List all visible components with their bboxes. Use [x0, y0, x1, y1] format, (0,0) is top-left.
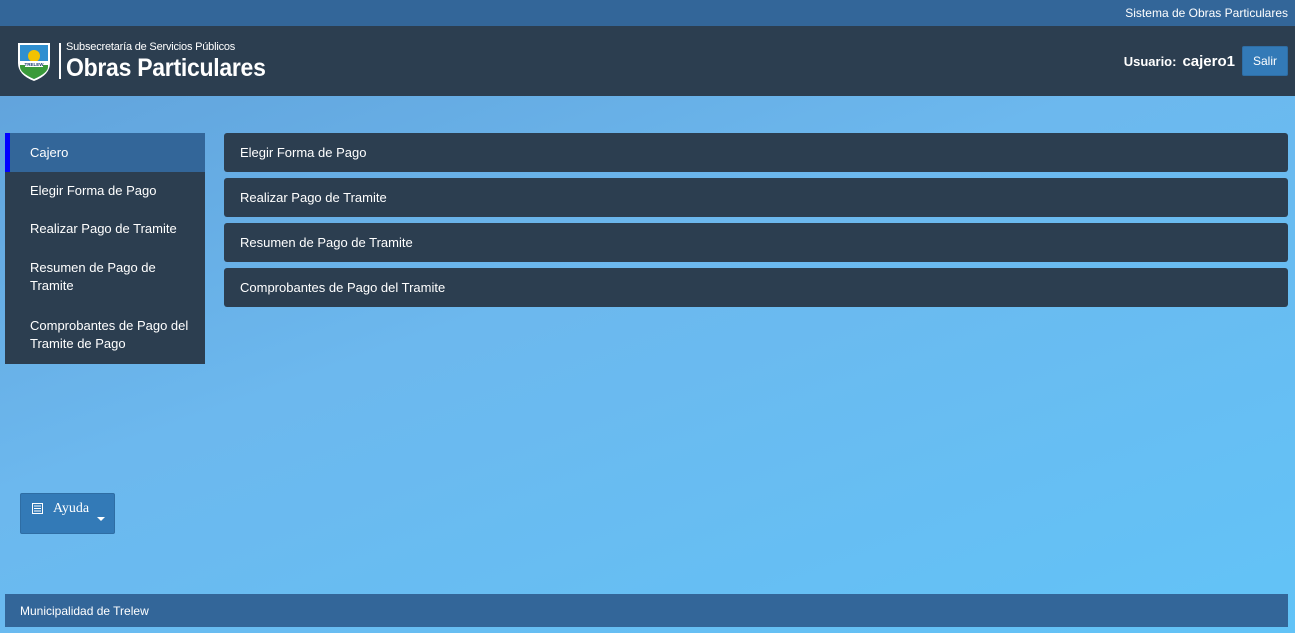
trelew-shield-icon: TRELEW — [18, 43, 50, 81]
brand-subtitle: Subsecretaría de Servicios Públicos — [66, 40, 236, 53]
sidebar-item-resumen-de-pago[interactable]: Resumen de Pago de Tramite — [5, 248, 205, 306]
list-icon — [32, 503, 43, 514]
sidebar: Cajero Elegir Forma de Pago Realizar Pag… — [5, 133, 205, 364]
panel-elegir-forma-de-pago[interactable]: Elegir Forma de Pago — [224, 133, 1288, 172]
sidebar-item-realizar-pago[interactable]: Realizar Pago de Tramite — [5, 210, 205, 248]
user-label: Usuario: — [1123, 53, 1177, 69]
help-label: Ayuda — [53, 501, 90, 516]
logo-text: TRELEW — [25, 62, 45, 67]
header: TRELEW Subsecretaría de Servicios Públic… — [0, 26, 1295, 96]
top-bar: Sistema de Obras Particulares — [0, 0, 1295, 26]
logout-button[interactable]: Salir — [1242, 46, 1288, 76]
panel-resumen-de-pago[interactable]: Resumen de Pago de Tramite — [224, 223, 1288, 262]
brand-divider — [59, 43, 61, 79]
user-name: cajero1 — [1182, 52, 1235, 70]
user-area: Usuario: cajero1 Salir — [1124, 46, 1288, 76]
sidebar-item-cajero[interactable]: Cajero — [5, 133, 205, 172]
sidebar-item-elegir-forma-de-pago[interactable]: Elegir Forma de Pago — [5, 172, 205, 210]
footer: Municipalidad de Trelew — [5, 594, 1288, 627]
system-name: Sistema de Obras Particulares — [1125, 6, 1288, 20]
brand-title: Obras Particulares — [66, 53, 266, 82]
help-dropdown-button[interactable]: Ayuda — [20, 493, 115, 534]
brand-logo[interactable]: TRELEW Subsecretaría de Servicios Públic… — [15, 37, 283, 85]
panel-realizar-pago[interactable]: Realizar Pago de Tramite — [224, 178, 1288, 217]
sidebar-item-comprobantes[interactable]: Comprobantes de Pago del Tramite de Pago — [5, 306, 205, 364]
panel-comprobantes[interactable]: Comprobantes de Pago del Tramite — [224, 268, 1288, 307]
caret-down-icon — [97, 517, 105, 521]
main-content: Elegir Forma de Pago Realizar Pago de Tr… — [224, 133, 1288, 313]
footer-text: Municipalidad de Trelew — [20, 603, 149, 618]
brand-text: Subsecretaría de Servicios Públicos Obra… — [66, 40, 283, 82]
